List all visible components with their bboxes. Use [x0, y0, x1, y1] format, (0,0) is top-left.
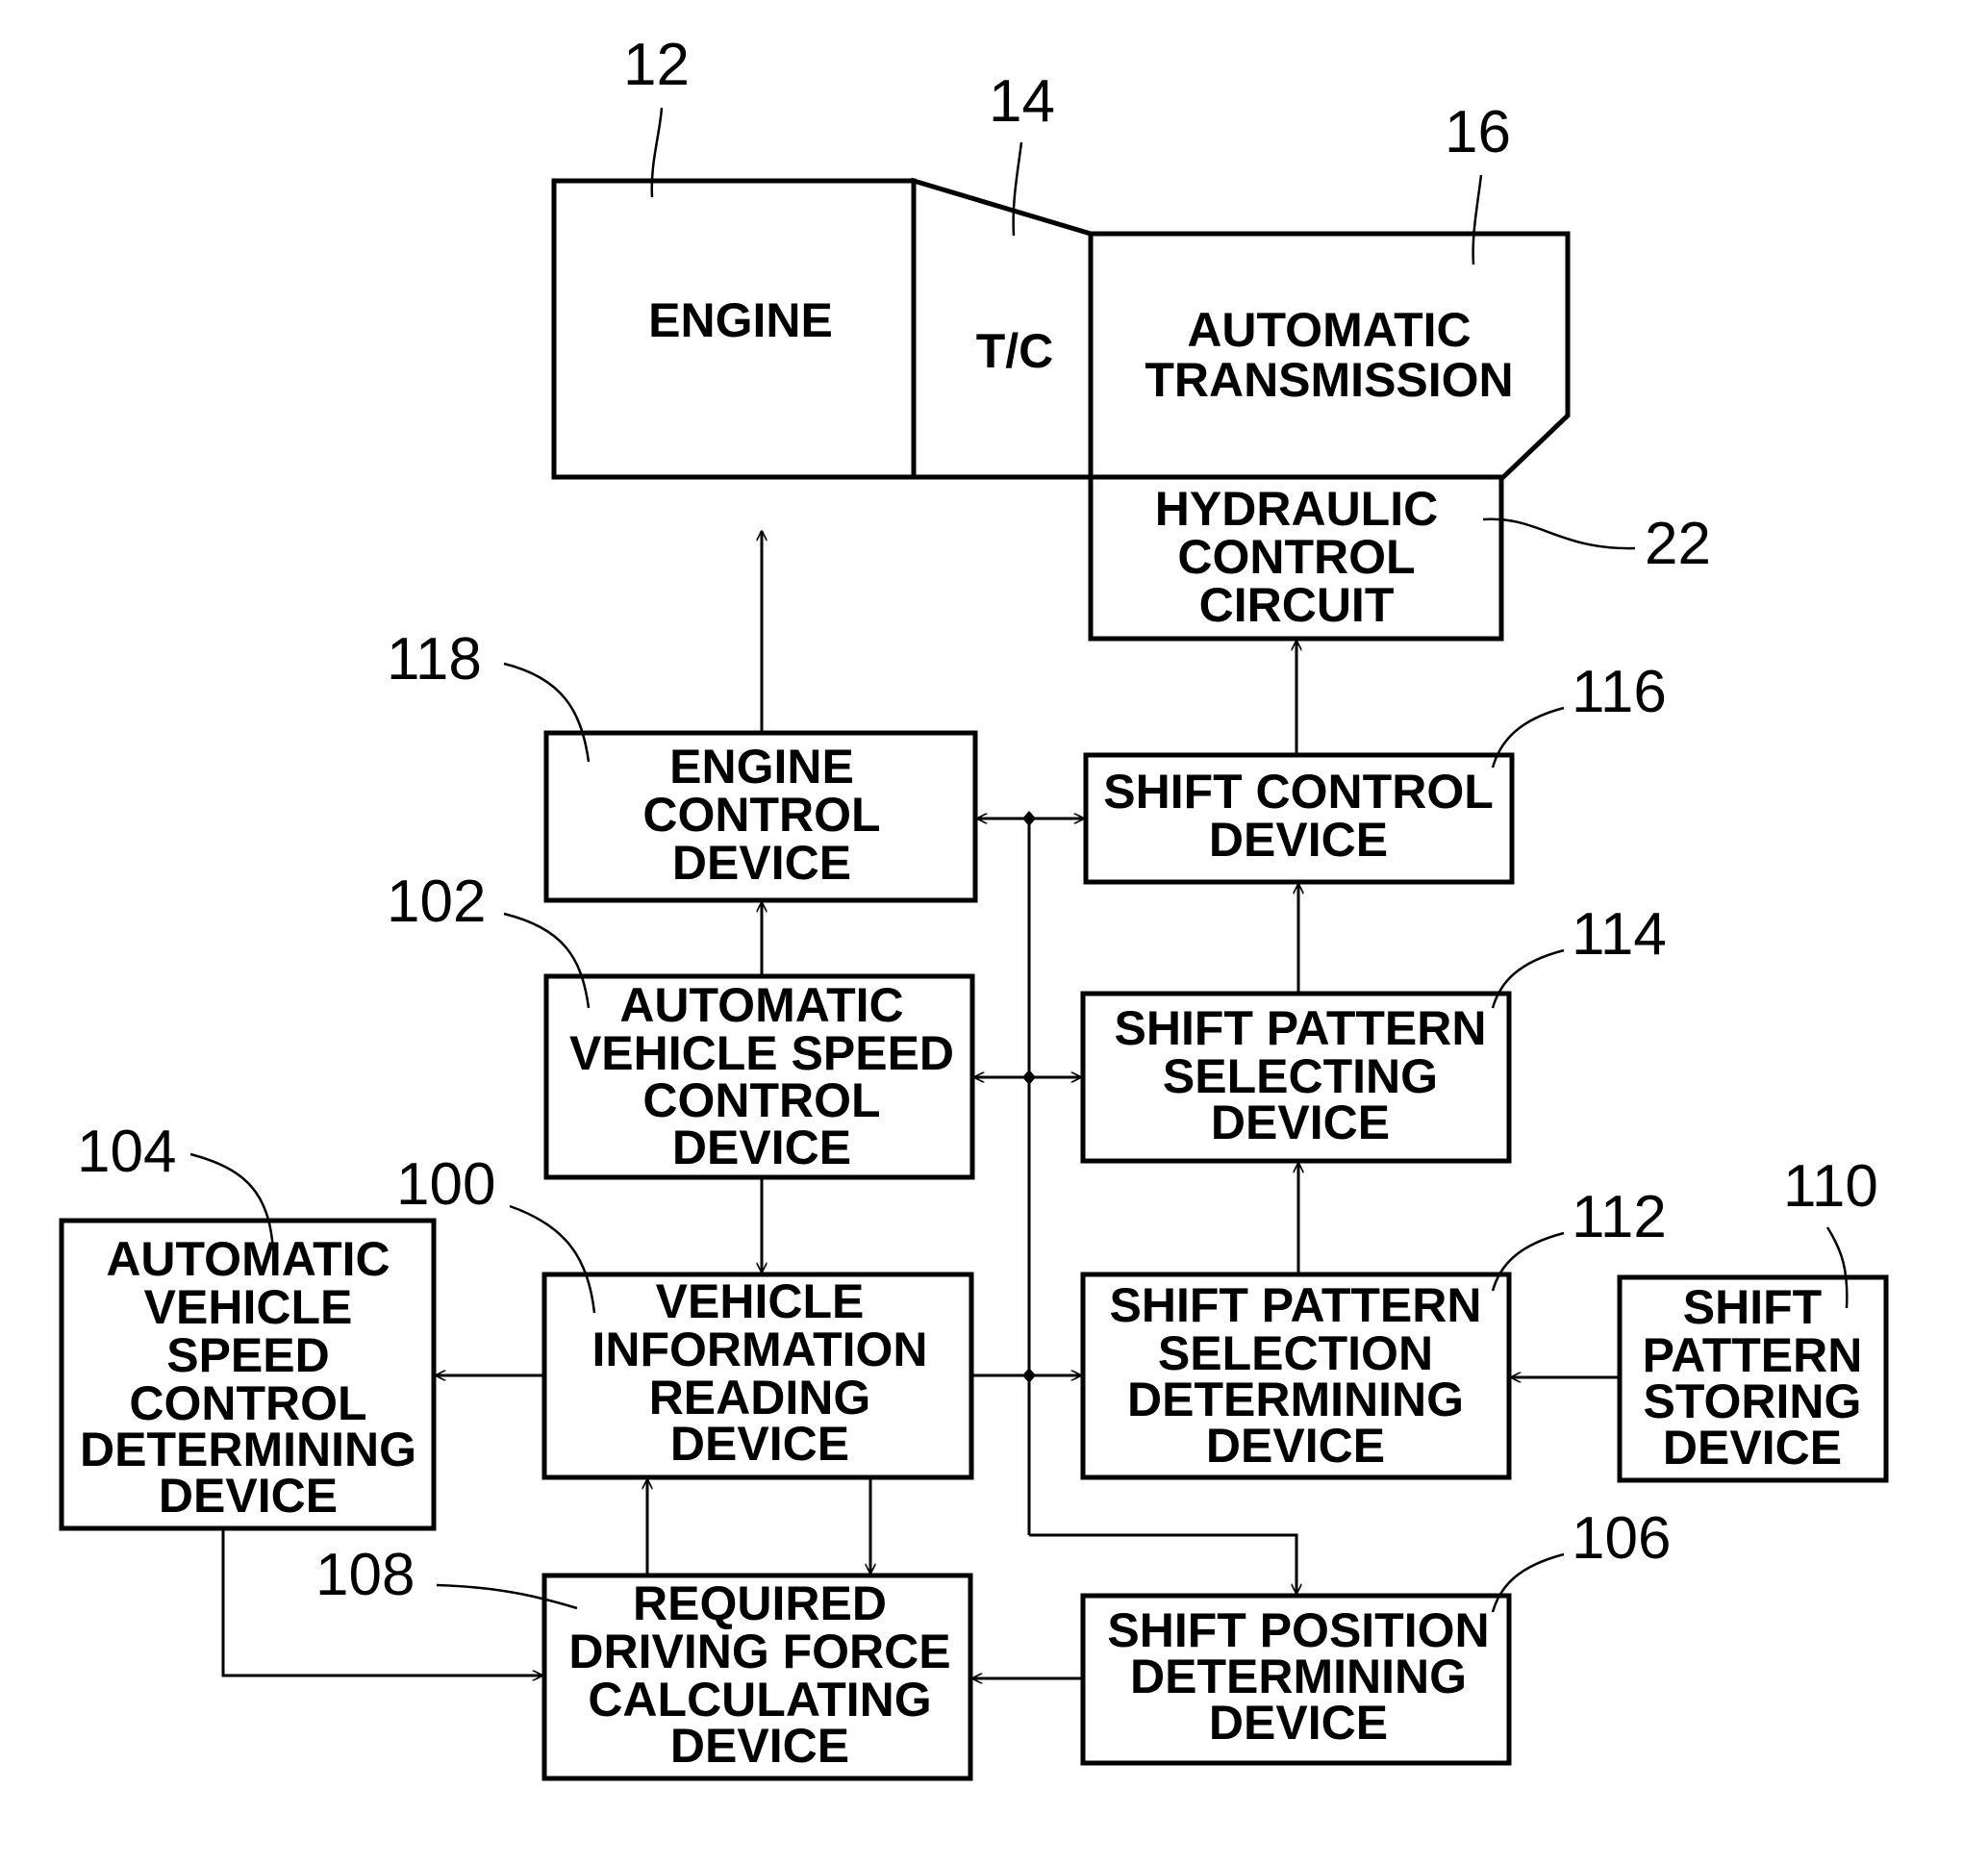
sps-label-4: DEVICE: [1663, 1421, 1842, 1474]
spsd-label-1: SHIFT PATTERN: [1114, 1001, 1486, 1055]
required-driving-force-calc-device-block: REQUIRED DRIVING FORCE CALCULATING DEVIC…: [541, 1573, 973, 1781]
engine-control-label-2: CONTROL: [642, 788, 880, 842]
avscdd-label-6: DEVICE: [159, 1469, 338, 1523]
ref-100: 100: [396, 1151, 495, 1218]
avscdd-label-3: SPEED: [166, 1328, 330, 1382]
ref-12: 12: [623, 32, 690, 98]
ref-14: 14: [989, 68, 1055, 135]
engine-control-device-block: ENGINE CONTROL DEVICE: [543, 730, 978, 903]
vird-label-4: DEVICE: [670, 1417, 849, 1471]
hydraulic-label-1: HYDRAULIC: [1155, 482, 1438, 536]
avscdd-label-1: AUTOMATIC: [106, 1232, 390, 1286]
torque-converter-block: T/C: [911, 177, 1094, 480]
hydraulic-control-circuit-block: HYDRAULIC CONTROL CIRCUIT: [1088, 474, 1504, 642]
ref-102: 102: [387, 869, 486, 935]
hydraulic-label-2: CONTROL: [1177, 530, 1415, 584]
junction-dot: [1022, 811, 1036, 826]
ref-16: 16: [1445, 99, 1511, 165]
automatic-transmission-block: AUTOMATIC TRANSMISSION: [1088, 231, 1571, 480]
vehicle-info-reading-device-block: VEHICLE INFORMATION READING DEVICE: [541, 1272, 974, 1480]
avscdd-label-2: VEHICLE: [144, 1280, 353, 1334]
engine-control-label-3: DEVICE: [672, 836, 851, 890]
scd-label-2: DEVICE: [1209, 813, 1388, 867]
engine-control-label-1: ENGINE: [669, 740, 854, 794]
spsdd-label-1: SHIFT PATTERN: [1109, 1278, 1481, 1332]
rdfc-label-4: DEVICE: [670, 1719, 849, 1773]
arrow-bus-to-spd: [1029, 1533, 1296, 1594]
ref-118: 118: [387, 626, 482, 693]
avscd-label-1: AUTOMATIC: [619, 978, 903, 1032]
block-diagram: ENGINE T/C AUTOMATIC TRANSMISSION HYDRAU…: [59, 32, 1889, 1781]
ref-116: 116: [1572, 659, 1667, 725]
engine-label: ENGINE: [648, 293, 833, 347]
vird-label-2: INFORMATION: [591, 1323, 927, 1376]
shift-control-device-block: SHIFT CONTROL DEVICE: [1083, 752, 1515, 885]
avscd-label-3: CONTROL: [642, 1073, 880, 1127]
sps-label-1: SHIFT: [1683, 1280, 1822, 1334]
ref-112: 112: [1572, 1184, 1667, 1250]
torque-converter-label: T/C: [976, 324, 1054, 378]
ref-104: 104: [77, 1119, 176, 1185]
hydraulic-label-3: CIRCUIT: [1199, 578, 1395, 632]
auto-vehicle-speed-control-determining-device-block: AUTOMATIC VEHICLE SPEED CONTROL DETERMIN…: [59, 1218, 437, 1531]
automatic-transmission-label-1: AUTOMATIC: [1187, 303, 1471, 357]
spsdd-label-4: DEVICE: [1206, 1419, 1385, 1473]
leader-22: [1482, 517, 1636, 550]
spsd-label-3: DEVICE: [1211, 1096, 1390, 1149]
rdfc-label-1: REQUIRED: [633, 1576, 887, 1630]
auto-vehicle-speed-control-device-block: AUTOMATIC VEHICLE SPEED CONTROL DEVICE: [543, 973, 975, 1180]
junction-dot: [1022, 1368, 1036, 1383]
ref-22: 22: [1645, 511, 1711, 577]
avscd-label-4: DEVICE: [672, 1121, 851, 1174]
spd-label-3: DEVICE: [1209, 1696, 1388, 1750]
rdfc-label-2: DRIVING FORCE: [568, 1625, 950, 1678]
junction-dot: [1022, 1070, 1036, 1085]
avscd-label-2: VEHICLE SPEED: [569, 1026, 954, 1080]
ref-106: 106: [1572, 1505, 1671, 1572]
shift-pattern-selection-determining-device-block: SHIFT PATTERN SELECTION DETERMINING DEVI…: [1080, 1272, 1512, 1480]
ref-114: 114: [1572, 901, 1667, 968]
ref-108: 108: [315, 1542, 415, 1608]
scd-label-1: SHIFT CONTROL: [1103, 765, 1494, 819]
shift-position-determining-device-block: SHIFT POSITION DETERMINING DEVICE: [1080, 1593, 1512, 1766]
engine-block: ENGINE: [551, 178, 917, 480]
ref-110: 110: [1783, 1153, 1878, 1220]
vir d-label-1: VEHICLE: [656, 1274, 865, 1328]
shift-pattern-selecting-device-block: SHIFT PATTERN SELECTING DEVICE: [1080, 991, 1512, 1164]
automatic-transmission-label-2: TRANSMISSION: [1145, 353, 1513, 407]
